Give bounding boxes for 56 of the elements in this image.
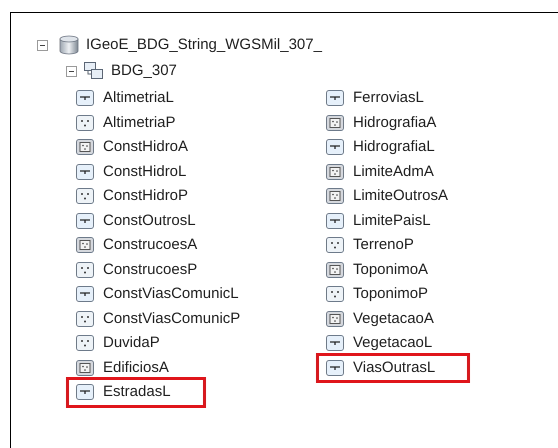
polygon-layer-icon — [76, 139, 94, 156]
tree-item[interactable]: EstradasL — [66, 377, 206, 408]
tree-item[interactable]: ConstHidroL — [73, 160, 222, 184]
tree-item[interactable]: ConstHidroP — [73, 184, 224, 208]
point-layer-icon — [76, 335, 94, 352]
polygon-layer-icon — [326, 188, 344, 204]
collapse-toggle[interactable] — [66, 66, 77, 76]
tree-item[interactable]: ConstHidroA — [73, 135, 224, 160]
tree-item[interactable]: VegetacaoA — [323, 306, 469, 331]
tree-item[interactable]: ToponimoP — [323, 282, 464, 306]
tree-item[interactable]: DuvidaP — [73, 331, 195, 356]
polygon-layer-icon — [326, 114, 344, 131]
line-layer-icon — [76, 286, 94, 302]
line-layer-icon — [326, 139, 344, 156]
polygon-layer-icon — [76, 237, 94, 254]
tree-item[interactable]: ToponimoA — [323, 258, 464, 282]
point-layer-icon — [326, 237, 344, 254]
point-layer-icon — [326, 286, 344, 302]
line-layer-icon — [76, 164, 94, 180]
tree-item[interactable]: FerroviasL — [323, 86, 459, 110]
tree-item[interactable]: LimitePaisL — [323, 208, 466, 233]
tree-item[interactable]: ConstViasComunicL — [73, 282, 274, 306]
tree-item[interactable]: ConstOutrosL — [73, 208, 231, 233]
tree-label[interactable]: BDG_307 — [111, 60, 177, 82]
collapse-toggle[interactable] — [37, 40, 48, 50]
tree-item[interactable]: LimiteAdmA — [323, 160, 469, 184]
line-layer-icon — [326, 335, 344, 352]
line-layer-icon — [326, 360, 344, 376]
tree-item[interactable]: HidrografiaL — [323, 135, 470, 160]
polygon-layer-icon — [326, 164, 344, 180]
tree-item[interactable]: VegetacaoL — [323, 331, 468, 356]
polygon-layer-icon — [76, 360, 94, 376]
tree-item[interactable]: ConstrucoesP — [73, 258, 232, 282]
tree-label[interactable]: IGeoE_BDG_String_WGSMil_307_ — [86, 34, 322, 56]
line-layer-icon — [76, 212, 94, 229]
dataset-icon — [83, 61, 105, 81]
tree-item[interactable]: ConstrucoesA — [73, 233, 232, 258]
tree-item[interactable]: AltimetriaL — [73, 86, 209, 110]
line-layer-icon — [76, 384, 94, 400]
tree-item[interactable]: HidrografiaA — [323, 110, 472, 135]
tree-item[interactable]: TerrenoP — [323, 233, 449, 258]
point-layer-icon — [76, 188, 94, 204]
tree-item[interactable]: ConstViasComunicP — [73, 306, 276, 331]
polygon-layer-icon — [326, 262, 344, 278]
line-layer-icon — [326, 90, 344, 106]
line-layer-icon — [326, 212, 344, 229]
point-layer-icon — [76, 262, 94, 278]
tree-item[interactable]: EdificiosA — [73, 356, 204, 380]
point-layer-icon — [76, 114, 94, 131]
line-layer-icon — [76, 90, 94, 106]
polygon-layer-icon — [326, 310, 344, 327]
database-icon — [58, 35, 80, 55]
tree-item[interactable]: LimiteOutrosA — [323, 184, 484, 208]
point-layer-icon — [76, 310, 94, 327]
tree-item[interactable]: ViasOutrasL — [316, 352, 470, 383]
tree-item[interactable]: AltimetriaP — [73, 110, 211, 135]
